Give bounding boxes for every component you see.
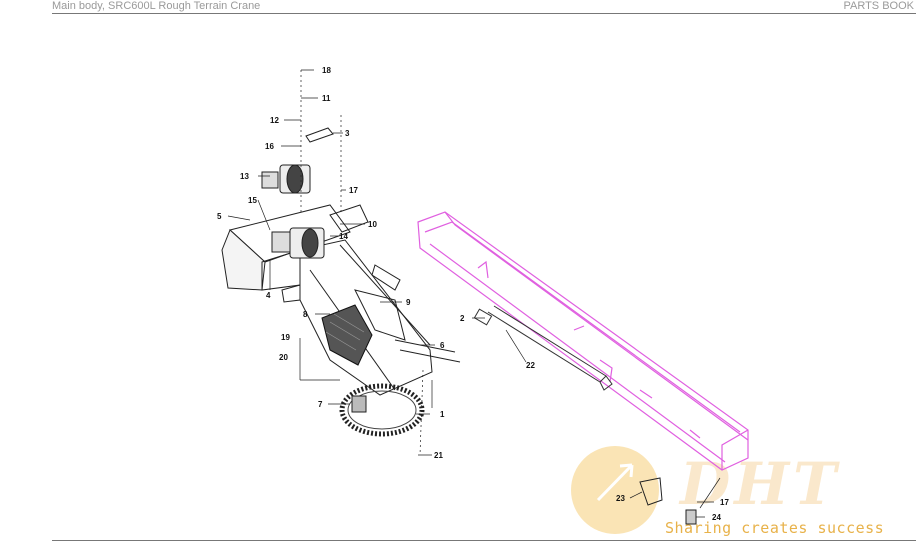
callout-21: 21 — [434, 451, 443, 460]
leader-lines — [227, 69, 721, 518]
callout-17-lower: 17 — [720, 498, 729, 507]
callout-8: 8 — [303, 310, 308, 319]
watermark-circle — [571, 446, 659, 534]
exploded-parts-diagram: 18 11 12 3 16 13 17 15 5 10 14 4 9 8 2 1… — [217, 66, 749, 534]
callout-6: 6 — [440, 341, 445, 350]
callout-18: 18 — [322, 66, 331, 75]
callout-11: 11 — [322, 94, 331, 103]
callout-23: 23 — [616, 494, 625, 503]
callout-12: 12 — [270, 116, 279, 125]
callout-7: 7 — [318, 400, 323, 409]
callout-16: 16 — [265, 142, 274, 151]
watermark-tagline: Sharing creates success — [665, 519, 885, 537]
callout-19: 19 — [281, 333, 290, 342]
callout-14: 14 — [339, 232, 348, 241]
winch-upper — [261, 164, 311, 194]
callout-15: 15 — [248, 196, 257, 205]
callout-13: 13 — [240, 172, 249, 181]
cover-plate — [305, 127, 334, 143]
callout-1: 1 — [440, 410, 445, 419]
callout-20: 20 — [279, 353, 288, 362]
callout-4: 4 — [266, 291, 271, 300]
callout-2: 2 — [460, 314, 465, 323]
boom-cylinder — [473, 305, 613, 391]
callout-5: 5 — [217, 212, 222, 221]
callout-3: 3 — [345, 129, 350, 138]
footer-rule — [52, 540, 916, 541]
slewing-ring — [339, 383, 425, 437]
boom-assembly — [417, 211, 749, 471]
winch-lower — [271, 227, 325, 259]
callout-10: 10 — [368, 220, 377, 229]
callout-9: 9 — [406, 298, 411, 307]
callout-22: 22 — [526, 361, 535, 370]
callout-17: 17 — [349, 186, 358, 195]
